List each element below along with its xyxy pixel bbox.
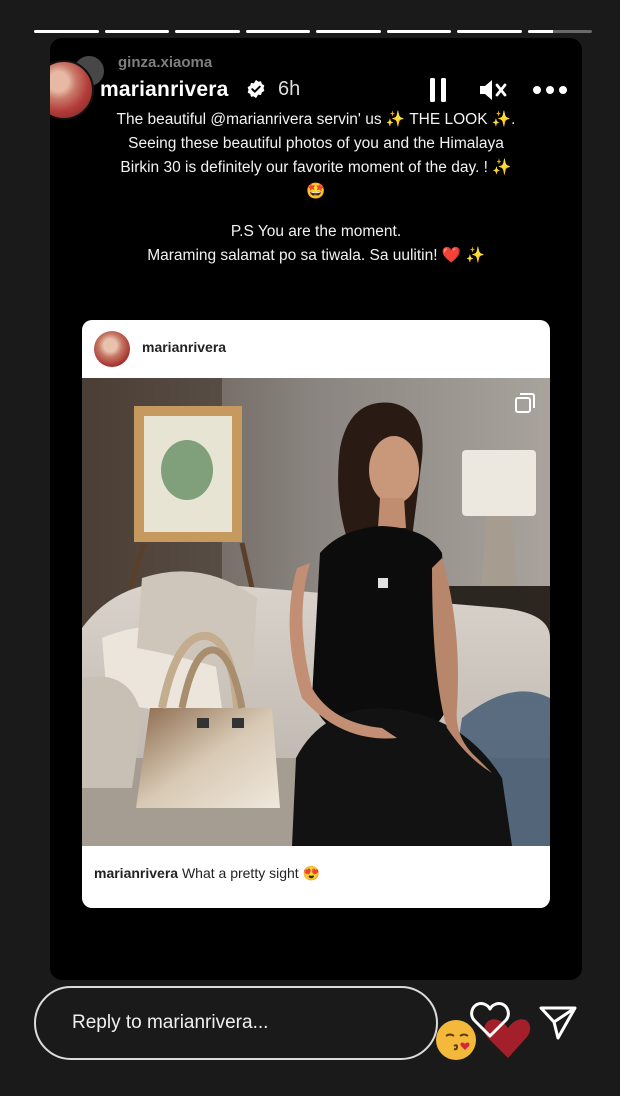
caption-line: Maraming salamat po sa tiwala. Sa uuliti… [147, 247, 485, 264]
verified-badge-icon [247, 79, 265, 99]
story-progress-bar [34, 30, 592, 33]
story-username[interactable]: marianrivera [100, 78, 228, 102]
like-button[interactable] [468, 1000, 532, 1065]
pause-icon [430, 78, 446, 102]
progress-segment [316, 30, 381, 33]
caption-line: Seeing these beautiful photos of you and… [128, 135, 504, 152]
heart-icon [470, 1002, 531, 1058]
reposted-username[interactable]: ginza.xiaoma [118, 54, 212, 71]
story-frame[interactable]: ginza.xiaoma marianrivera 6h The beautif… [50, 38, 582, 980]
progress-segment [386, 30, 451, 33]
shared-post-avatar[interactable] [94, 331, 130, 367]
mute-button[interactable] [478, 76, 508, 104]
progress-segment [104, 30, 169, 33]
photo-illustration [82, 378, 550, 846]
pause-button[interactable] [426, 76, 450, 104]
shared-post-card[interactable]: marianrivera marianrivera What a pretty … [82, 320, 550, 908]
reply-placeholder: Reply to marianrivera... [72, 1012, 269, 1033]
progress-segment [175, 30, 240, 33]
more-icon [533, 86, 567, 94]
progress-segment [34, 30, 99, 33]
story-caption: The beautiful @marianrivera servin' us ✨… [70, 108, 562, 268]
reply-input[interactable]: Reply to marianrivera... [34, 986, 438, 1060]
story-time: 6h [278, 78, 301, 100]
progress-segment [527, 30, 592, 33]
send-button[interactable] [538, 1004, 578, 1047]
shared-post-caption-user[interactable]: marianrivera [94, 865, 178, 881]
send-icon [539, 1006, 577, 1040]
caption-line: 🤩 [306, 183, 326, 200]
mute-icon [480, 80, 507, 100]
shared-post-caption-text: What a pretty sight 😍 [181, 865, 320, 881]
caption-line: Birkin 30 is definitely our favorite mom… [120, 159, 512, 176]
caption-line: The beautiful @marianrivera servin' us ✨… [116, 111, 516, 128]
shared-post-header: marianrivera [82, 320, 550, 378]
shared-post-photo[interactable] [82, 378, 550, 846]
more-options-button[interactable] [530, 76, 570, 104]
carousel-icon [515, 393, 535, 413]
caption-line: P.S You are the moment. [230, 223, 402, 240]
progress-segment [457, 30, 522, 33]
shared-post-caption: marianrivera What a pretty sight 😍 [94, 865, 320, 882]
progress-segment [245, 30, 310, 33]
shared-post-username[interactable]: marianrivera [142, 339, 226, 355]
